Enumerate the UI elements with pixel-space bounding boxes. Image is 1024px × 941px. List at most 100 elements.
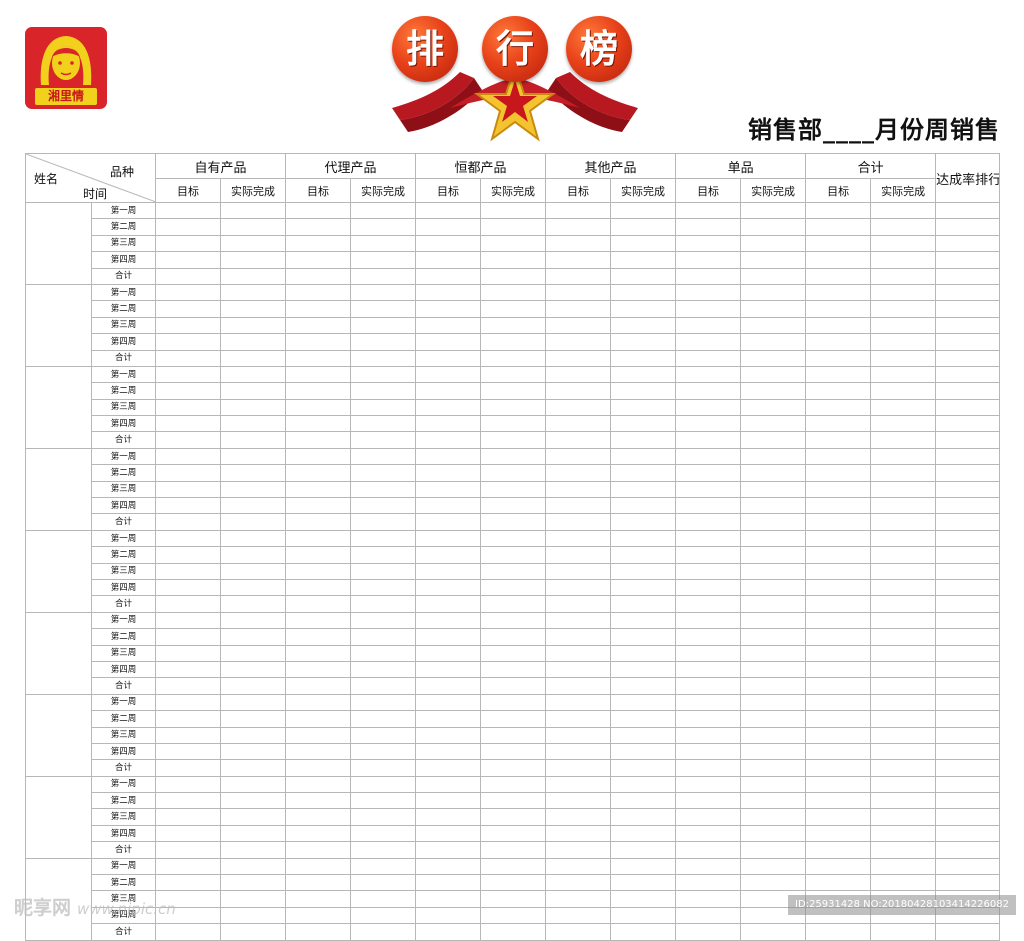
value-cell[interactable] <box>870 677 937 695</box>
value-cell[interactable] <box>870 726 937 744</box>
value-cell[interactable] <box>740 611 807 630</box>
value-cell[interactable] <box>610 513 677 531</box>
value-cell[interactable] <box>610 742 677 761</box>
value-cell[interactable] <box>740 628 807 646</box>
value-cell[interactable] <box>805 644 872 662</box>
value-cell[interactable] <box>870 382 937 400</box>
value-cell[interactable] <box>219 742 287 761</box>
value-cell[interactable] <box>350 365 417 384</box>
value-cell[interactable] <box>740 726 807 744</box>
value-cell[interactable] <box>740 742 807 761</box>
value-cell[interactable] <box>285 480 352 499</box>
value-cell[interactable] <box>675 874 742 892</box>
value-cell[interactable] <box>805 513 872 531</box>
value-cell[interactable] <box>545 201 612 220</box>
value-cell[interactable] <box>805 251 872 269</box>
value-cell[interactable] <box>805 578 872 597</box>
value-cell[interactable] <box>155 923 221 941</box>
value-cell[interactable] <box>675 300 742 318</box>
value-cell[interactable] <box>480 316 547 335</box>
value-cell[interactable] <box>415 775 482 794</box>
value-cell[interactable] <box>219 808 287 826</box>
value-cell[interactable] <box>415 316 482 335</box>
value-cell[interactable] <box>805 562 872 580</box>
value-cell[interactable] <box>415 513 482 531</box>
value-cell[interactable] <box>155 497 221 515</box>
value-cell[interactable] <box>219 251 287 269</box>
value-cell[interactable] <box>675 792 742 810</box>
value-cell[interactable] <box>415 857 482 876</box>
value-cell[interactable] <box>415 595 482 613</box>
name-cell[interactable] <box>25 529 92 613</box>
value-cell[interactable] <box>155 365 221 384</box>
value-cell[interactable] <box>285 497 352 515</box>
value-cell[interactable] <box>415 546 482 564</box>
value-cell[interactable] <box>285 595 352 613</box>
value-cell[interactable] <box>610 775 677 794</box>
value-cell[interactable] <box>219 775 287 794</box>
rank-cell[interactable] <box>935 578 1001 597</box>
value-cell[interactable] <box>350 497 417 515</box>
value-cell[interactable] <box>285 562 352 580</box>
rank-cell[interactable] <box>935 201 1001 220</box>
value-cell[interactable] <box>285 726 352 744</box>
value-cell[interactable] <box>350 267 417 285</box>
value-cell[interactable] <box>740 415 807 433</box>
value-cell[interactable] <box>480 841 547 859</box>
value-cell[interactable] <box>219 497 287 515</box>
value-cell[interactable] <box>675 382 742 400</box>
value-cell[interactable] <box>740 546 807 564</box>
value-cell[interactable] <box>740 382 807 400</box>
value-cell[interactable] <box>415 431 482 449</box>
value-cell[interactable] <box>740 218 807 236</box>
value-cell[interactable] <box>740 447 807 466</box>
value-cell[interactable] <box>415 218 482 236</box>
value-cell[interactable] <box>545 398 612 417</box>
rank-cell[interactable] <box>935 841 1001 859</box>
value-cell[interactable] <box>610 349 677 367</box>
value-cell[interactable] <box>740 841 807 859</box>
value-cell[interactable] <box>545 611 612 630</box>
rank-cell[interactable] <box>935 251 1001 269</box>
value-cell[interactable] <box>480 578 547 597</box>
value-cell[interactable] <box>155 316 221 335</box>
value-cell[interactable] <box>155 644 221 662</box>
value-cell[interactable] <box>675 628 742 646</box>
value-cell[interactable] <box>675 890 742 908</box>
value-cell[interactable] <box>285 578 352 597</box>
value-cell[interactable] <box>805 923 872 941</box>
value-cell[interactable] <box>610 906 677 925</box>
value-cell[interactable] <box>870 300 937 318</box>
rank-cell[interactable] <box>935 710 1001 728</box>
rank-cell[interactable] <box>935 365 1001 384</box>
value-cell[interactable] <box>545 447 612 466</box>
value-cell[interactable] <box>805 792 872 810</box>
value-cell[interactable] <box>350 333 417 351</box>
value-cell[interactable] <box>415 234 482 253</box>
value-cell[interactable] <box>610 808 677 826</box>
value-cell[interactable] <box>480 464 547 482</box>
rank-cell[interactable] <box>935 874 1001 892</box>
value-cell[interactable] <box>350 710 417 728</box>
value-cell[interactable] <box>545 480 612 499</box>
value-cell[interactable] <box>545 497 612 515</box>
value-cell[interactable] <box>870 267 937 285</box>
value-cell[interactable] <box>870 841 937 859</box>
value-cell[interactable] <box>285 365 352 384</box>
value-cell[interactable] <box>480 333 547 351</box>
value-cell[interactable] <box>415 447 482 466</box>
value-cell[interactable] <box>675 201 742 220</box>
value-cell[interactable] <box>740 365 807 384</box>
value-cell[interactable] <box>155 431 221 449</box>
value-cell[interactable] <box>415 874 482 892</box>
value-cell[interactable] <box>415 906 482 925</box>
value-cell[interactable] <box>675 660 742 679</box>
value-cell[interactable] <box>805 365 872 384</box>
value-cell[interactable] <box>155 759 221 777</box>
value-cell[interactable] <box>740 300 807 318</box>
value-cell[interactable] <box>805 546 872 564</box>
value-cell[interactable] <box>870 660 937 679</box>
value-cell[interactable] <box>870 628 937 646</box>
value-cell[interactable] <box>415 644 482 662</box>
rank-cell[interactable] <box>935 677 1001 695</box>
